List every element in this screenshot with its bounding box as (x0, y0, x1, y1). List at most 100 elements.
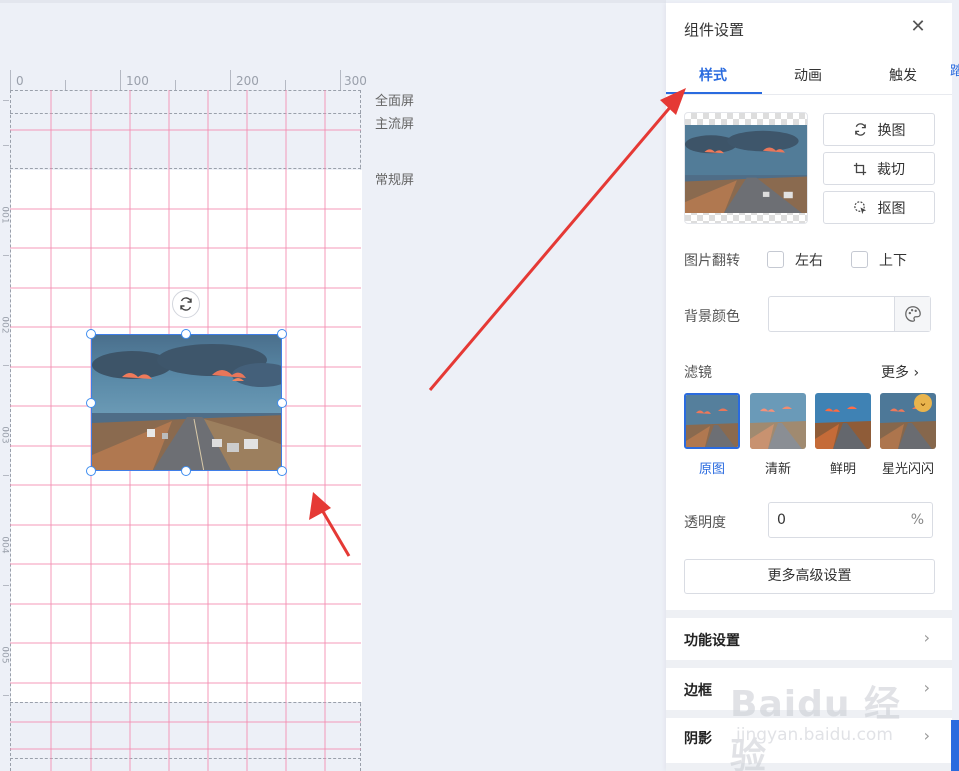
main-screen-label: 主流屏 (375, 117, 415, 132)
highway-sunset-image (92, 335, 281, 470)
top-divider (0, 0, 666, 3)
resize-handle-bottom-right[interactable] (277, 466, 287, 476)
grid-line (10, 682, 361, 684)
design-canvas[interactable]: 0 100 200 300 001 002 003 004 005 全面屏 主流… (0, 0, 666, 771)
vruler-label: 003 (0, 426, 10, 444)
cutout-icon (853, 201, 866, 215)
resize-handle-bottom[interactable] (181, 466, 191, 476)
full-screen-guide (10, 90, 361, 91)
section-divider (666, 610, 952, 618)
section-title: 功能设置 (684, 633, 740, 649)
filter-original-label: 原图 (698, 462, 725, 477)
crop-button[interactable]: 裁切 (823, 152, 935, 185)
opacity-label: 透明度 (684, 515, 726, 531)
section-shadow[interactable]: 阴影 › (666, 716, 952, 758)
flip-horizontal-checkbox[interactable] (767, 251, 784, 268)
palette-icon (904, 306, 921, 322)
opacity-unit: % (910, 512, 924, 528)
grid-line (50, 90, 52, 771)
section-title: 边框 (684, 683, 712, 699)
image-preview (684, 112, 808, 224)
rotate-icon (180, 297, 192, 311)
resize-handle-top[interactable] (181, 329, 191, 339)
resize-handle-left[interactable] (86, 398, 96, 408)
right-edge-label: 踏 (950, 64, 959, 79)
full-screen-label: 全面屏 (375, 94, 415, 109)
tab-style[interactable]: 样式 (699, 65, 727, 85)
tab-trigger[interactable]: 触发 (889, 65, 917, 85)
flip-vertical-label: 上下 (879, 253, 907, 269)
section-divider (666, 660, 952, 668)
replace-image-label: 换图 (877, 122, 906, 139)
palette-button[interactable] (894, 297, 930, 331)
selected-image-component[interactable] (91, 334, 282, 471)
section-border[interactable]: 边框 › (666, 668, 952, 710)
section-function-settings[interactable]: 功能设置 › (666, 618, 952, 660)
section-divider (666, 763, 952, 771)
vruler-label: 001 (0, 206, 10, 224)
vruler-label: 005 (0, 646, 10, 664)
chevron-right-icon: › (923, 726, 930, 745)
ruler-label-0: 0 (16, 74, 24, 88)
chevron-right-icon: › (913, 365, 920, 381)
grid-line (10, 484, 361, 486)
ruler-label-300: 300 (344, 74, 367, 88)
grid-line (10, 247, 361, 249)
replace-image-button[interactable]: 换图 (823, 113, 935, 146)
resize-handle-bottom-left[interactable] (86, 466, 96, 476)
flip-label: 图片翻转 (684, 253, 740, 269)
filter-more-text: 更多 (881, 365, 909, 381)
resize-handle-top-left[interactable] (86, 329, 96, 339)
flip-vertical-checkbox[interactable] (851, 251, 868, 268)
background-color-label: 背景颜色 (684, 309, 740, 325)
regular-screen-bottom-guide (10, 702, 361, 703)
filter-fresh-label: 清新 (764, 462, 791, 477)
grid-line (10, 208, 361, 210)
filter-starlight-label: 星光闪闪 (881, 462, 934, 477)
filter-fresh[interactable] (750, 393, 806, 449)
active-tab-indicator (666, 92, 762, 94)
preview-image (685, 125, 807, 213)
grid-line (10, 287, 361, 289)
regular-screen-label: 常规屏 (375, 173, 415, 188)
right-edge-button[interactable] (951, 720, 959, 771)
cutout-button[interactable]: 抠图 (823, 191, 935, 224)
tab-animation[interactable]: 动画 (794, 65, 822, 85)
filter-label: 滤镜 (684, 365, 712, 381)
background-color-field[interactable] (768, 296, 931, 332)
filter-original-thumb (686, 395, 738, 447)
vip-crown-icon: ⌄ (914, 394, 932, 412)
section-title: 阴影 (684, 731, 712, 747)
opacity-value: 0 (777, 512, 786, 528)
right-edge-strip (952, 0, 959, 771)
opacity-input[interactable]: 0 % (768, 502, 933, 538)
crop-label: 裁切 (877, 161, 905, 178)
chevron-right-icon: › (923, 628, 930, 647)
grid-line (10, 326, 361, 328)
flip-horizontal-label: 左右 (795, 253, 823, 269)
grid-line (10, 603, 361, 605)
grid-line (324, 90, 326, 771)
vruler-label: 002 (0, 316, 10, 334)
filter-more-link[interactable]: 更多 › (881, 362, 919, 382)
grid-line (10, 563, 361, 565)
horizontal-ruler: 0 100 200 300 (10, 70, 370, 90)
chevron-right-icon: › (923, 678, 930, 697)
panel-header: 组件设置 ✕ (666, 3, 952, 53)
resize-handle-right[interactable] (277, 398, 287, 408)
component-settings-panel: 组件设置 ✕ 样式 动画 触发 换图 裁切 抠图 图片翻转 左右 上下 背景颜色… (666, 3, 952, 771)
grid-line (10, 721, 361, 723)
ruler-label-100: 100 (126, 74, 149, 88)
filter-original[interactable] (684, 393, 740, 449)
grid-line (10, 129, 361, 131)
ruler-label-200: 200 (236, 74, 259, 88)
swap-icon (854, 123, 866, 136)
panel-title: 组件设置 (684, 21, 745, 39)
advanced-settings-button[interactable]: 更多高级设置 (684, 559, 935, 594)
resize-handle-top-right[interactable] (277, 329, 287, 339)
main-screen-bottom-guide (10, 758, 361, 759)
close-icon[interactable]: ✕ (908, 17, 928, 37)
rotate-handle[interactable] (172, 290, 200, 318)
filter-vivid[interactable] (815, 393, 871, 449)
cutout-label: 抠图 (877, 200, 906, 217)
